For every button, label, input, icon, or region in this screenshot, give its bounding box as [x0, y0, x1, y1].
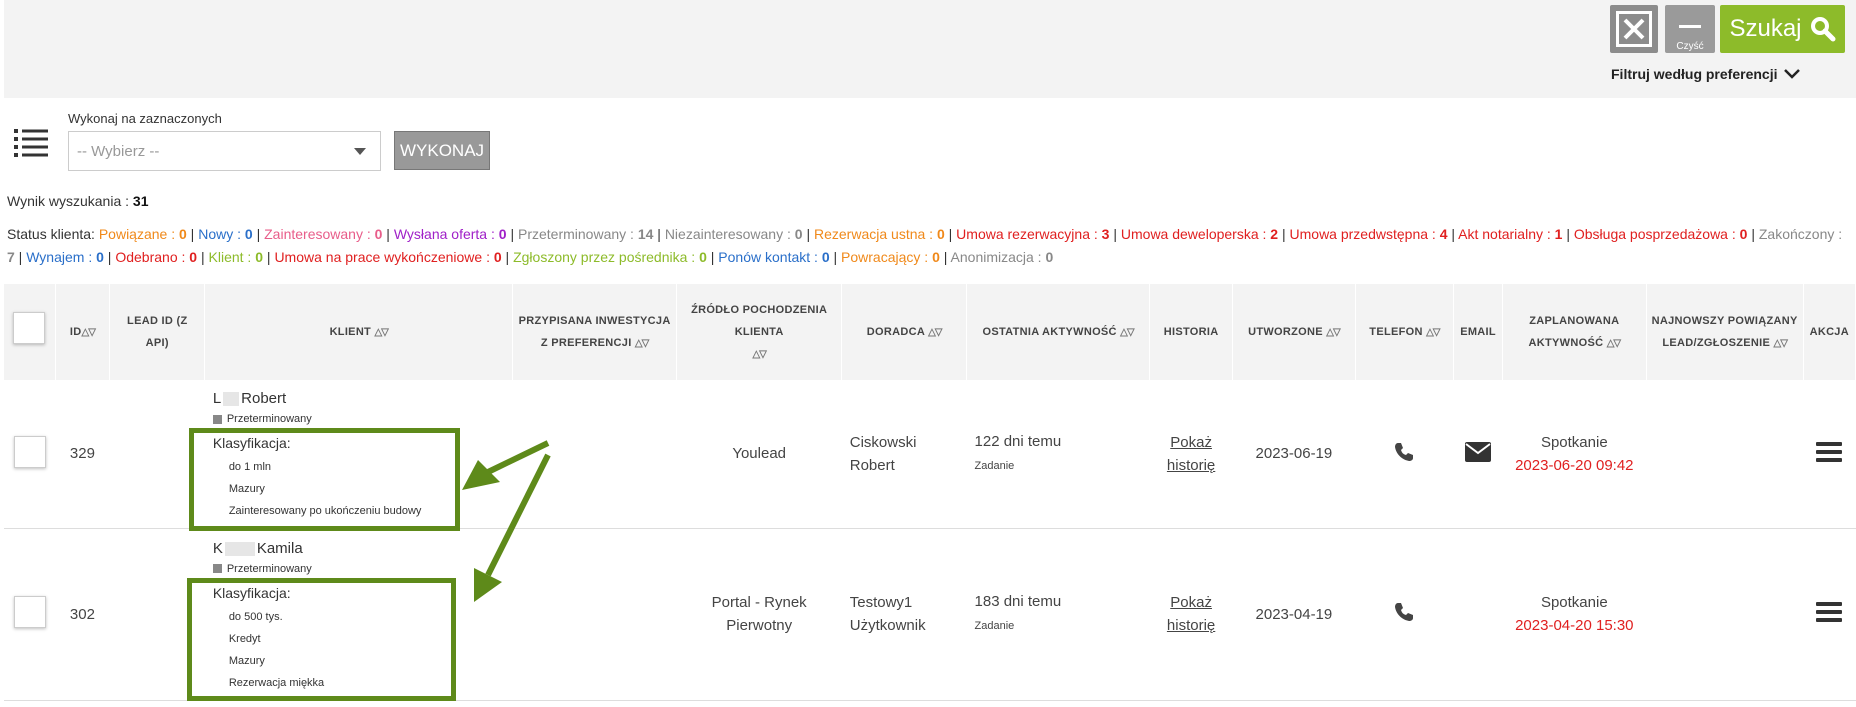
annotation-arrows — [462, 440, 551, 602]
